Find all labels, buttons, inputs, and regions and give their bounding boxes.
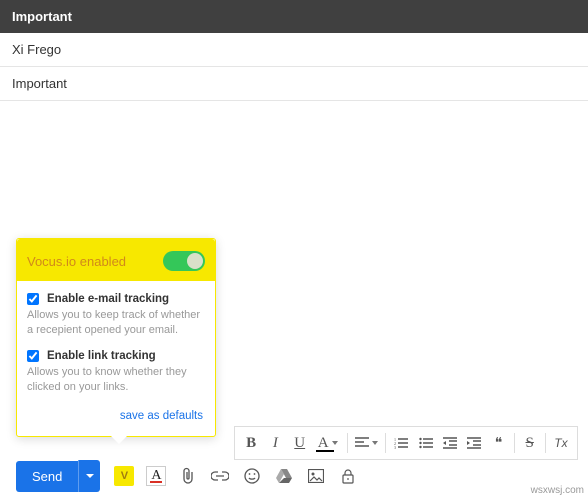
option-email-tracking: Enable e-mail tracking Allows you to kee… xyxy=(27,293,205,338)
send-more-button[interactable] xyxy=(78,460,100,492)
send-button[interactable]: Send xyxy=(16,461,78,492)
option-email-tracking-label[interactable]: Enable e-mail tracking xyxy=(27,293,205,305)
remove-format-button[interactable]: Tx xyxy=(549,431,573,455)
svg-text:3: 3 xyxy=(394,445,396,449)
to-value: Xi Frego xyxy=(12,42,61,57)
insert-photo-button[interactable] xyxy=(306,466,326,486)
numbered-list-icon: 123 xyxy=(394,437,408,449)
indent-more-button[interactable] xyxy=(462,431,486,455)
vocus-icon[interactable]: V xyxy=(114,466,134,486)
save-defaults-link[interactable]: save as defaults xyxy=(120,410,203,422)
align-button[interactable] xyxy=(351,431,383,455)
vocus-popup-header: Vocus.io enabled xyxy=(17,239,215,281)
bullet-list-icon xyxy=(419,437,433,449)
align-icon xyxy=(355,437,369,449)
indent-more-icon xyxy=(467,437,481,449)
to-field[interactable]: Xi Frego xyxy=(0,33,588,67)
option-email-tracking-desc: Allows you to keep track of whether a re… xyxy=(27,308,205,338)
bullet-list-button[interactable] xyxy=(414,431,438,455)
vocus-toggle[interactable] xyxy=(163,251,205,271)
option-link-tracking-desc: Allows you to know whether they clicked … xyxy=(27,365,205,395)
attach-file-button[interactable] xyxy=(178,466,198,486)
underline-button[interactable]: U xyxy=(288,431,312,455)
option-link-tracking: Enable link tracking Allows you to know … xyxy=(27,350,205,395)
italic-button[interactable]: I xyxy=(263,431,287,455)
insert-emoji-button[interactable] xyxy=(242,466,262,486)
bold-button[interactable]: B xyxy=(239,431,263,455)
vocus-popup-body: Enable e-mail tracking Allows you to kee… xyxy=(17,281,215,436)
paperclip-icon xyxy=(180,467,196,485)
confidential-mode-button[interactable] xyxy=(338,466,358,486)
drive-icon xyxy=(276,469,292,483)
numbered-list-button[interactable]: 123 xyxy=(389,431,413,455)
subject-value: Important xyxy=(12,76,67,91)
quote-button[interactable]: ❝ xyxy=(486,431,510,455)
text-color-button[interactable]: A xyxy=(312,431,344,455)
subject-field[interactable]: Important xyxy=(0,67,588,101)
emoji-icon xyxy=(244,468,260,484)
link-icon xyxy=(211,471,229,481)
insert-link-button[interactable] xyxy=(210,466,230,486)
lock-clock-icon xyxy=(340,468,356,484)
compose-title: Important xyxy=(12,9,72,24)
insert-drive-button[interactable] xyxy=(274,466,294,486)
checkbox-email-tracking[interactable] xyxy=(27,293,39,305)
vocus-popup: Vocus.io enabled Enable e-mail tracking … xyxy=(16,238,216,437)
option-link-tracking-label[interactable]: Enable link tracking xyxy=(27,350,205,362)
photo-icon xyxy=(308,469,324,483)
indent-less-button[interactable] xyxy=(438,431,462,455)
compose-header: Important xyxy=(0,0,588,33)
watermark: wsxwsj.com xyxy=(531,485,584,496)
checkbox-link-tracking[interactable] xyxy=(27,350,39,362)
vocus-popup-title: Vocus.io enabled xyxy=(27,254,126,269)
strikethrough-button[interactable]: S xyxy=(518,431,542,455)
indent-less-icon xyxy=(443,437,457,449)
formatting-options-button[interactable]: A xyxy=(146,466,166,486)
format-toolbar: B I U A 123 ❝ S Tx xyxy=(234,426,578,460)
action-bar: Send V A xyxy=(16,460,358,492)
